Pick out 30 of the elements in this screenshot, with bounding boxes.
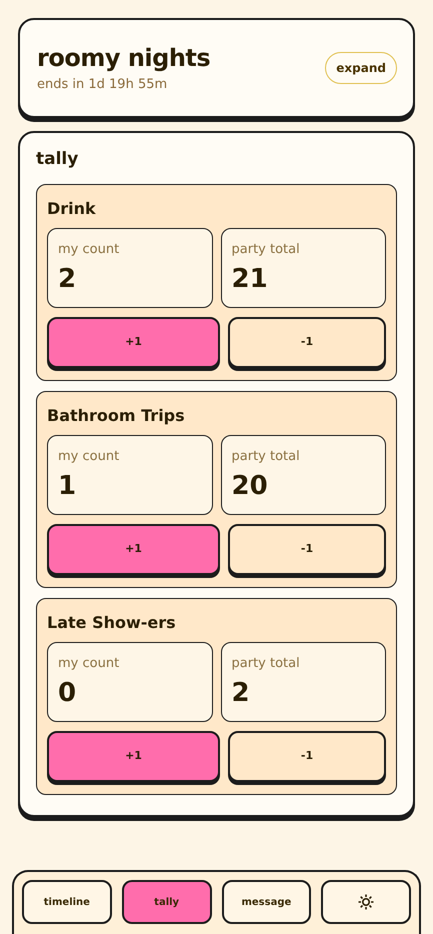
expand-button[interactable]: expand bbox=[325, 52, 397, 84]
stat-value: 2 bbox=[232, 680, 250, 706]
stat-value: 1 bbox=[58, 473, 76, 499]
category-title: Late Show-ers bbox=[47, 615, 176, 631]
section-title: tally bbox=[36, 151, 78, 168]
sun-icon bbox=[358, 894, 374, 910]
nav-tab[interactable]: tally bbox=[122, 880, 212, 924]
nav-tab[interactable]: timeline bbox=[22, 880, 112, 924]
category-title: Bathroom Trips bbox=[47, 408, 185, 424]
decrement-button[interactable]: -1 bbox=[228, 317, 386, 368]
nav-tab[interactable]: message bbox=[222, 880, 312, 924]
stat-label: party total bbox=[232, 243, 300, 256]
stat-value: 20 bbox=[232, 473, 268, 499]
increment-button[interactable]: +1 bbox=[47, 317, 220, 368]
event-title: roomy nights bbox=[37, 46, 210, 70]
stat-label: my count bbox=[58, 450, 120, 463]
decrement-button[interactable]: -1 bbox=[228, 731, 386, 782]
stat-label: party total bbox=[232, 450, 300, 463]
stat-value: 21 bbox=[232, 266, 268, 292]
stat-label: my count bbox=[58, 657, 120, 670]
stat-value: 2 bbox=[58, 266, 76, 292]
countdown-text: ends in 1d 19h 55m bbox=[37, 78, 168, 90]
increment-button[interactable]: +1 bbox=[47, 731, 220, 782]
stat-value: 0 bbox=[58, 680, 76, 706]
stat-label: party total bbox=[232, 657, 300, 670]
increment-button[interactable]: +1 bbox=[47, 524, 220, 575]
decrement-button[interactable]: -1 bbox=[228, 524, 386, 575]
stat-label: my count bbox=[58, 243, 120, 256]
category-title: Drink bbox=[47, 201, 96, 217]
theme-toggle-button[interactable] bbox=[321, 880, 411, 924]
